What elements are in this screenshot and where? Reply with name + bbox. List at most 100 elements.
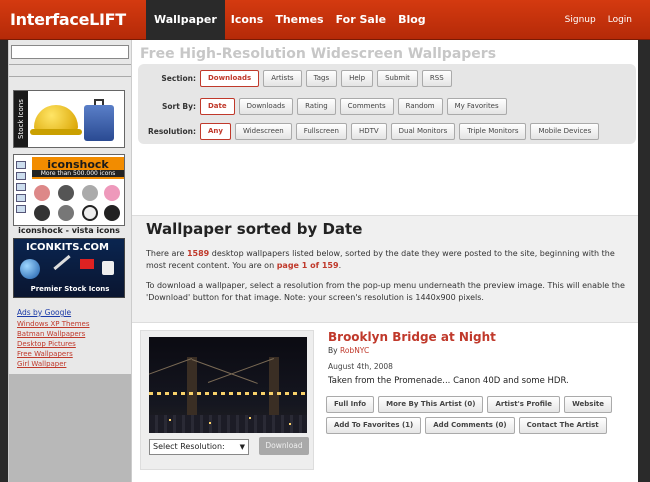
chevron-down-icon: ▼ (239, 443, 245, 451)
gear-icon (58, 205, 74, 221)
resolution-hdtv-button[interactable]: HDTV (350, 122, 387, 140)
ads-heading[interactable]: Ads by Google (17, 308, 90, 317)
section-row: Section: Downloads Artists Tags Help Sub… (138, 68, 456, 88)
resolution-row: Resolution: Any Widescreen Fullscreen HD… (138, 121, 603, 141)
nav-wallpaper[interactable]: Wallpaper (146, 0, 225, 40)
city-light (289, 423, 291, 425)
add-favorites-button[interactable]: Add To Favorites (1) (326, 417, 422, 434)
section-help-button[interactable]: Help (341, 69, 374, 87)
sort-rating-button[interactable]: Rating (297, 97, 336, 115)
nav-themes[interactable]: Themes (269, 0, 329, 40)
globe-icon (20, 259, 40, 279)
sort-random-button[interactable]: Random (397, 97, 443, 115)
iconshock-caption[interactable]: iconshock - vista icons (13, 226, 125, 235)
sort-row: Sort By: Date Downloads Rating Comments … (138, 96, 511, 116)
sort-favorites-button[interactable]: My Favorites (446, 97, 507, 115)
document-icon (102, 261, 114, 275)
sidebar-divider (9, 64, 131, 65)
nav-icons[interactable]: Icons (225, 0, 270, 40)
wallpaper-actions-row: Full Info More By This Artist (0) Artist… (326, 396, 616, 413)
bridge-cable (207, 358, 274, 383)
person-icon (104, 205, 120, 221)
camera-icon (34, 185, 50, 201)
iconshock-sidebar-icons (16, 159, 28, 223)
instructions-paragraph: To download a wallpaper, select a resolu… (146, 281, 625, 302)
section-label: Section: (161, 73, 196, 83)
section-tags-button[interactable]: Tags (305, 69, 338, 87)
resolution-dual-button[interactable]: Dual Monitors (390, 122, 456, 140)
iconkits-title: ICONKITS.COM (26, 242, 110, 253)
wallpaper-title[interactable]: Brooklyn Bridge at Night (328, 330, 496, 344)
ad-link[interactable]: Windows XP Themes (17, 319, 90, 329)
sort-date-button[interactable]: Date (200, 97, 235, 115)
wallpaper-thumbnail[interactable] (149, 337, 307, 433)
ad-link[interactable]: Desktop Pictures (17, 339, 90, 349)
disc-icon (58, 185, 74, 201)
nav-blog[interactable]: Blog (392, 0, 432, 40)
search-input[interactable] (11, 45, 129, 59)
stock-icons-ad[interactable]: Stock Icons (13, 90, 125, 148)
add-comments-button[interactable]: Add Comments (0) (425, 417, 515, 434)
mouse-icon (82, 185, 98, 201)
more-by-artist-button[interactable]: More By This Artist (0) (378, 396, 484, 413)
page-title: Free High-Resolution Widescreen Wallpape… (140, 46, 497, 62)
city-light (169, 419, 171, 421)
sidebar-divider (9, 76, 131, 77)
sort-label: Sort By: (161, 101, 196, 111)
ad-link[interactable]: Girl Wallpaper (17, 359, 90, 369)
resolution-mobile-button[interactable]: Mobile Devices (530, 122, 600, 140)
section-heading: Wallpaper sorted by Date (146, 220, 363, 238)
resolution-label: Resolution: (147, 126, 196, 136)
byline-label: By (328, 346, 340, 355)
page-indicator-link[interactable]: page 1 of 159 (277, 261, 339, 270)
full-info-button[interactable]: Full Info (326, 396, 375, 413)
wallpaper-actions-row: Add To Favorites (1) Add Comments (0) Co… (326, 417, 611, 434)
resolution-triple-button[interactable]: Triple Monitors (459, 122, 527, 140)
intro-paragraph: There are 1589 desktop wallpapers listed… (146, 248, 626, 272)
stock-icons-strip: Stock Icons (14, 91, 28, 147)
contact-artist-button[interactable]: Contact The Artist (518, 417, 607, 434)
wallpaper-count: 1589 (186, 249, 210, 258)
bridge-cable (149, 358, 192, 383)
ad-link[interactable]: Batman Wallpapers (17, 329, 90, 339)
website-button[interactable]: Website (564, 396, 612, 413)
top-nav-bar: InterfaceLIFT Wallpaper Icons Themes For… (0, 0, 650, 40)
download-button[interactable]: Download (259, 437, 309, 455)
section-downloads-button[interactable]: Downloads (200, 69, 260, 87)
iconshock-ad[interactable]: iconshock More than 500.000 icons (13, 154, 125, 226)
sort-comments-button[interactable]: Comments (339, 97, 394, 115)
main-content: Free High-Resolution Widescreen Wallpape… (132, 40, 638, 482)
wallpaper-description: Taken from the Promenade... Canon 40D an… (328, 376, 569, 386)
wallpaper-date: August 4th, 2008 (328, 362, 393, 371)
author-link[interactable]: RobNYC (340, 346, 369, 355)
intro-text: desktop wallpapers listed below, sorted … (146, 249, 615, 270)
bridge-cable (191, 359, 258, 384)
artist-profile-button[interactable]: Artist's Profile (487, 396, 561, 413)
iconshock-subtitle: More than 500.000 icons (32, 170, 124, 177)
bridge-tower (269, 357, 279, 417)
iconkits-ad[interactable]: ICONKITS.COM Premier Stock Icons (13, 238, 125, 298)
intro-text: There are (146, 249, 187, 258)
wallpaper-byline: By RobNYC (328, 346, 369, 355)
sort-downloads-button[interactable]: Downloads (238, 97, 294, 115)
signup-link[interactable]: Signup (565, 0, 596, 40)
filter-panel: Section: Downloads Artists Tags Help Sub… (138, 64, 636, 144)
section-submit-button[interactable]: Submit (377, 69, 418, 87)
resolution-fullscreen-button[interactable]: Fullscreen (295, 122, 347, 140)
section-rss-button[interactable]: RSS (421, 69, 452, 87)
resolution-select[interactable]: Select Resolution: ▼ (149, 439, 249, 455)
handshake-icon (104, 185, 120, 201)
hardhat-icon (34, 105, 78, 131)
site-logo[interactable]: InterfaceLIFT (10, 10, 126, 29)
ad-link[interactable]: Free Wallpapers (17, 349, 90, 359)
login-link[interactable]: Login (608, 0, 632, 40)
resolution-select-label: Select Resolution: (153, 442, 225, 451)
nav-for-sale[interactable]: For Sale (330, 0, 392, 40)
main-nav: Wallpaper Icons Themes For Sale Blog (146, 0, 432, 40)
resolution-widescreen-button[interactable]: Widescreen (234, 122, 292, 140)
sidebar-footer-panel (9, 374, 131, 482)
iconshock-header: iconshock More than 500.000 icons (32, 157, 124, 179)
resolution-any-button[interactable]: Any (200, 122, 231, 140)
section-artists-button[interactable]: Artists (263, 69, 302, 87)
bridge-deck (149, 392, 307, 395)
